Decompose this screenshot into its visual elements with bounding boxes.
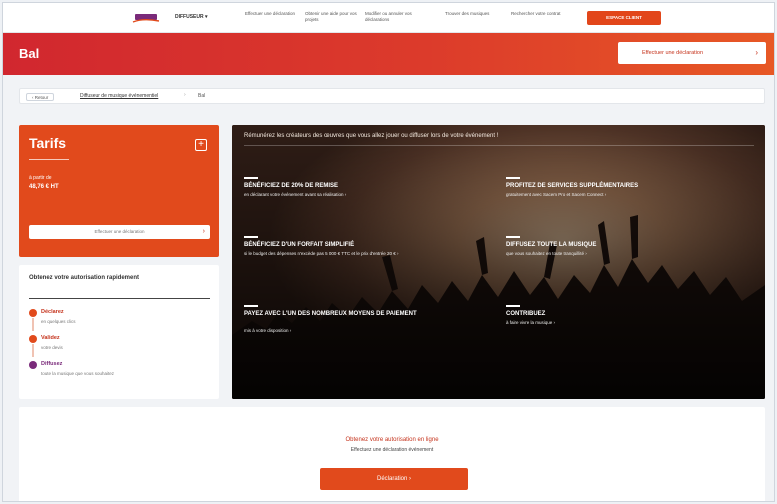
feature-title: PAYEZ AVEC L'UN DES NOMBREUX MOYENS DE P… (244, 311, 417, 317)
feature-title: CONTRIBUEZ (506, 311, 546, 317)
steps-title: Obtenez votre autorisation rapidement (29, 275, 140, 281)
step-desc: toute la musique que vous souhaitez (41, 371, 115, 376)
back-button[interactable]: ‹ Retour (26, 93, 55, 101)
feature-link[interactable]: gratuitement avec Sacem Pro et Sacem Con… (506, 192, 756, 198)
feature-bar (244, 305, 258, 307)
step-name: Validez (41, 335, 60, 341)
nav-item-aide[interactable]: Obtenir une aide pour vos projets (305, 11, 361, 23)
tarifs-button-label: Effectuer une déclaration (94, 229, 145, 234)
step-desc: en quelques clics (41, 319, 76, 324)
espace-client-button[interactable]: ESPACE CLIENT (587, 11, 661, 25)
feature-title: BÉNÉFICIEZ DE 20% DE REMISE (244, 183, 339, 189)
chevron-right-icon: › (755, 48, 758, 57)
feature-title: DIFFUSEZ TOUTE LA MUSIQUE (506, 242, 597, 248)
nav-item-contrat[interactable]: Rechercher votre contrat (511, 11, 567, 17)
breadcrumb: ‹ Retour Diffuseur de musique événementi… (19, 88, 765, 104)
bottom-title: Obtenez votre autorisation en ligne (345, 437, 439, 443)
step-dot-icon (29, 335, 37, 343)
steps-card: Obtenez votre autorisation rapidement Dé… (19, 265, 219, 399)
declaration-button-bottom[interactable]: Déclaration › (320, 468, 468, 490)
steps-divider (29, 298, 210, 299)
nav-item-musiques[interactable]: Trouver des musiques (445, 11, 501, 17)
chevron-right-icon: › (202, 228, 205, 235)
feature-link[interactable]: si le budget des dépenses n'excède pas 5… (244, 251, 494, 257)
top-navigation: DIFFUSEUR ▾ Effectuer une déclaration Ob… (3, 3, 774, 33)
feature-bar (244, 177, 258, 179)
feature-link[interactable]: à faire vivre la musique › (506, 320, 756, 326)
step-connector (32, 344, 34, 357)
expand-plus-icon[interactable]: + (195, 139, 207, 151)
tarifs-divider (29, 159, 69, 160)
profile-dropdown[interactable]: DIFFUSEUR ▾ (175, 14, 208, 20)
hero-divider (244, 145, 754, 146)
step-name: Déclarez (41, 309, 64, 315)
feature-title: BÉNÉFICIEZ D'UN FORFAIT SIMPLIFIÉ (244, 242, 355, 248)
tarifs-card: Tarifs + à partir de 48,76 € HT Effectue… (19, 125, 219, 257)
declaration-button-header[interactable]: Effectuer une déclaration › (618, 42, 766, 64)
tarifs-price: 48,76 € HT (29, 184, 59, 190)
browser-frame: DIFFUSEUR ▾ Effectuer une déclaration Ob… (2, 2, 775, 502)
declaration-button-label: Effectuer une déclaration (642, 50, 704, 56)
breadcrumb-current: Bal (198, 93, 206, 99)
feature-bar (506, 177, 520, 179)
sacem-logo[interactable] (131, 12, 161, 24)
nav-item-declaration[interactable]: Effectuer une déclaration (245, 11, 301, 17)
nav-item-modifier[interactable]: Modifier ou annuler vos déclarations (365, 11, 421, 23)
step-dot-icon (29, 361, 37, 369)
feature-title: PROFITEZ DE SERVICES SUPPLÉMENTAIRES (506, 183, 639, 189)
feature-bar (506, 305, 520, 307)
page-title: Bal (19, 46, 40, 61)
breadcrumb-separator: › (184, 92, 186, 98)
tarifs-from-label: à partir de (29, 175, 52, 181)
feature-link[interactable]: mis à votre disposition › (244, 328, 494, 334)
tarifs-declaration-button[interactable]: Effectuer une déclaration › (29, 225, 210, 239)
feature-link[interactable]: que vous souhaitez en toute tranquillité… (506, 251, 756, 257)
tarifs-title: Tarifs (29, 135, 67, 151)
step-dot-icon (29, 309, 37, 317)
feature-bar (244, 236, 258, 238)
bottom-subtitle: Effectuez une déclaration événement (350, 447, 434, 453)
step-desc: votre devis (41, 345, 63, 350)
bottom-cta-section: Obtenez votre autorisation en ligne Effe… (19, 407, 765, 501)
step-name: Diffusez (41, 361, 63, 367)
feature-link[interactable]: en déclarant votre événement avant sa ré… (244, 192, 494, 198)
hero-concert-panel: Rémunérez les créateurs des œuvres que v… (232, 125, 765, 399)
concert-crowd-image (232, 125, 765, 399)
step-connector (32, 318, 34, 331)
hero-headline: Rémunérez les créateurs des œuvres que v… (244, 133, 499, 139)
feature-bar (506, 236, 520, 238)
breadcrumb-link[interactable]: Diffuseur de musique événementiel (80, 93, 158, 99)
page-banner: Bal Effectuer une déclaration › (3, 33, 774, 75)
